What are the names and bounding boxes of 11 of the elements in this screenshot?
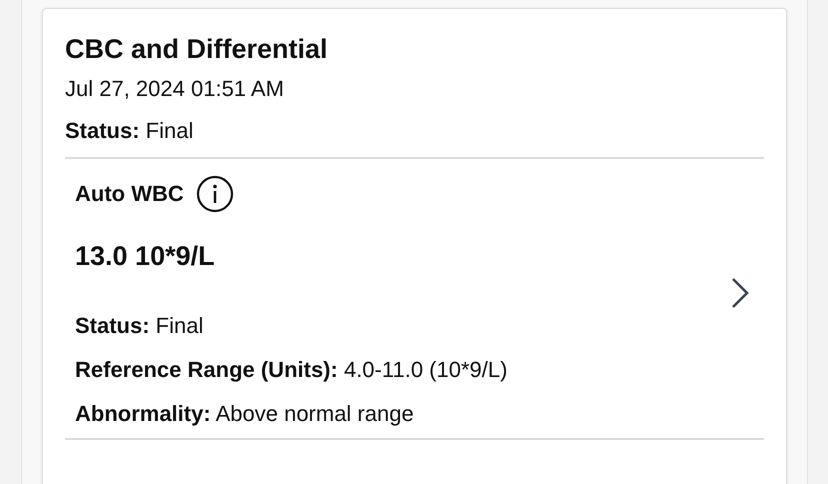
report-date: Jul 27, 2024 01:51 AM — [65, 75, 285, 103]
result-name: Auto WBC — [75, 181, 184, 207]
info-icon[interactable] — [196, 175, 234, 213]
result-detail: Reference Range (Units): 4.0-11.0 (10*9/L) — [75, 356, 508, 384]
result-detail: Abnormality: Above normal range — [75, 400, 415, 428]
result-detail: Status: Final — [75, 312, 204, 340]
result-value: 13.0 10*9/L — [75, 241, 216, 272]
result-row[interactable]: Auto WBC 13.0 10*9/L Status: Final Reference Range (Units): 4.0-11.0 (10*9/L) Abnormality: Above normal range — [65, 159, 764, 440]
chevron-right-icon — [730, 276, 750, 310]
report-title: CBC and Differential — [65, 33, 329, 65]
report-status: Status: Final — [65, 117, 194, 145]
